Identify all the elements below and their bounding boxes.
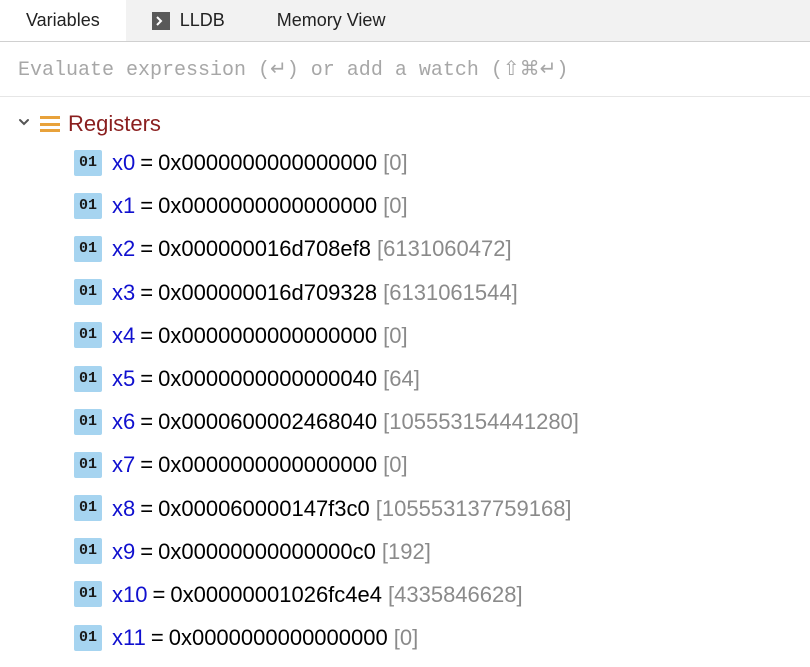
tab-label: Memory View bbox=[277, 10, 386, 31]
register-name: x2 bbox=[112, 231, 135, 266]
register-row[interactable]: 01 x2 = 0x000000016d708ef8[6131060472] bbox=[0, 227, 810, 270]
register-hex-value: 0x0000000000000000 bbox=[158, 145, 377, 180]
register-decimal-value: [105553137759168] bbox=[376, 491, 572, 526]
debug-tabs: Variables LLDB Memory View bbox=[0, 0, 810, 42]
equals-sign: = bbox=[140, 145, 153, 180]
register-hex-value: 0x000060000147f3c0 bbox=[158, 491, 370, 526]
tab-label: LLDB bbox=[180, 10, 225, 31]
binary-badge-icon: 01 bbox=[74, 366, 102, 392]
equals-sign: = bbox=[153, 577, 166, 612]
register-hex-value: 0x000000016d709328 bbox=[158, 275, 377, 310]
register-decimal-value: [0] bbox=[394, 620, 418, 655]
register-row[interactable]: 01 x0 = 0x0000000000000000[0] bbox=[0, 141, 810, 184]
register-hex-value: 0x0000600002468040 bbox=[158, 404, 377, 439]
register-row[interactable]: 01 x1 = 0x0000000000000000[0] bbox=[0, 184, 810, 227]
binary-badge-icon: 01 bbox=[74, 625, 102, 651]
tab-variables[interactable]: Variables bbox=[0, 0, 126, 41]
register-decimal-value: [4335846628] bbox=[388, 577, 523, 612]
evaluate-expression-input[interactable]: Evaluate expression (↵) or add a watch (… bbox=[0, 42, 810, 97]
chevron-down-icon[interactable] bbox=[14, 115, 34, 134]
binary-badge-icon: 01 bbox=[74, 538, 102, 564]
equals-sign: = bbox=[140, 188, 153, 223]
register-name: x7 bbox=[112, 447, 135, 482]
register-hex-value: 0x0000000000000000 bbox=[158, 318, 377, 353]
register-row[interactable]: 01 x7 = 0x0000000000000000[0] bbox=[0, 443, 810, 486]
variables-tree: Registers 01x0 = 0x0000000000000000[0]01… bbox=[0, 97, 810, 667]
binary-badge-icon: 01 bbox=[74, 279, 102, 305]
equals-sign: = bbox=[140, 231, 153, 266]
binary-badge-icon: 01 bbox=[74, 409, 102, 435]
register-row[interactable]: 01 x6 = 0x0000600002468040[10555315444128… bbox=[0, 400, 810, 443]
register-name: x9 bbox=[112, 534, 135, 569]
binary-badge-icon: 01 bbox=[74, 495, 102, 521]
register-hex-value: 0x0000000000000000 bbox=[158, 447, 377, 482]
register-row[interactable]: 01 x4 = 0x0000000000000000[0] bbox=[0, 314, 810, 357]
register-decimal-value: [64] bbox=[383, 361, 420, 396]
register-hex-value: 0x00000000000000c0 bbox=[158, 534, 376, 569]
register-name: x1 bbox=[112, 188, 135, 223]
console-icon bbox=[152, 12, 170, 30]
binary-badge-icon: 01 bbox=[74, 322, 102, 348]
equals-sign: = bbox=[151, 620, 164, 655]
register-decimal-value: [0] bbox=[383, 188, 407, 223]
register-row[interactable]: 01 x5 = 0x0000000000000040[64] bbox=[0, 357, 810, 400]
binary-badge-icon: 01 bbox=[74, 236, 102, 262]
tab-memory-view[interactable]: Memory View bbox=[251, 0, 412, 41]
register-decimal-value: [0] bbox=[383, 145, 407, 180]
binary-badge-icon: 01 bbox=[74, 193, 102, 219]
binary-badge-icon: 01 bbox=[74, 581, 102, 607]
binary-badge-icon: 01 bbox=[74, 150, 102, 176]
register-decimal-value: [192] bbox=[382, 534, 431, 569]
register-name: x6 bbox=[112, 404, 135, 439]
register-hex-value: 0x0000000000000000 bbox=[158, 188, 377, 223]
register-row[interactable]: 01 x3 = 0x000000016d709328[6131061544] bbox=[0, 271, 810, 314]
register-name: x5 bbox=[112, 361, 135, 396]
equals-sign: = bbox=[140, 318, 153, 353]
register-decimal-value: [0] bbox=[383, 318, 407, 353]
register-decimal-value: [6131061544] bbox=[383, 275, 518, 310]
register-decimal-value: [6131060472] bbox=[377, 231, 512, 266]
register-name: x11 bbox=[112, 620, 146, 655]
registers-list: 01x0 = 0x0000000000000000[0]01x1 = 0x000… bbox=[0, 141, 810, 659]
register-hex-value: 0x00000001026fc4e4 bbox=[170, 577, 382, 612]
register-decimal-value: [0] bbox=[383, 447, 407, 482]
equals-sign: = bbox=[140, 447, 153, 482]
register-name: x3 bbox=[112, 275, 135, 310]
register-name: x0 bbox=[112, 145, 135, 180]
register-row[interactable]: 01 x11 = 0x0000000000000000[0] bbox=[0, 616, 810, 659]
register-name: x4 bbox=[112, 318, 135, 353]
register-row[interactable]: 01 x10 = 0x00000001026fc4e4[4335846628] bbox=[0, 573, 810, 616]
register-row[interactable]: 01 x9 = 0x00000000000000c0[192] bbox=[0, 530, 810, 573]
equals-sign: = bbox=[140, 361, 153, 396]
expression-placeholder: Evaluate expression (↵) or add a watch (… bbox=[18, 59, 568, 82]
register-hex-value: 0x000000016d708ef8 bbox=[158, 231, 371, 266]
equals-sign: = bbox=[140, 275, 153, 310]
register-decimal-value: [105553154441280] bbox=[383, 404, 579, 439]
register-hex-value: 0x0000000000000000 bbox=[169, 620, 388, 655]
binary-badge-icon: 01 bbox=[74, 452, 102, 478]
equals-sign: = bbox=[140, 404, 153, 439]
equals-sign: = bbox=[140, 534, 153, 569]
register-hex-value: 0x0000000000000040 bbox=[158, 361, 377, 396]
tab-lldb[interactable]: LLDB bbox=[126, 0, 251, 41]
tab-label: Variables bbox=[26, 10, 100, 31]
register-name: x8 bbox=[112, 491, 135, 526]
register-name: x10 bbox=[112, 577, 147, 612]
list-icon bbox=[40, 116, 60, 132]
registers-group-row[interactable]: Registers bbox=[0, 107, 810, 141]
group-label: Registers bbox=[68, 111, 161, 137]
equals-sign: = bbox=[140, 491, 153, 526]
register-row[interactable]: 01 x8 = 0x000060000147f3c0[10555313775916… bbox=[0, 487, 810, 530]
